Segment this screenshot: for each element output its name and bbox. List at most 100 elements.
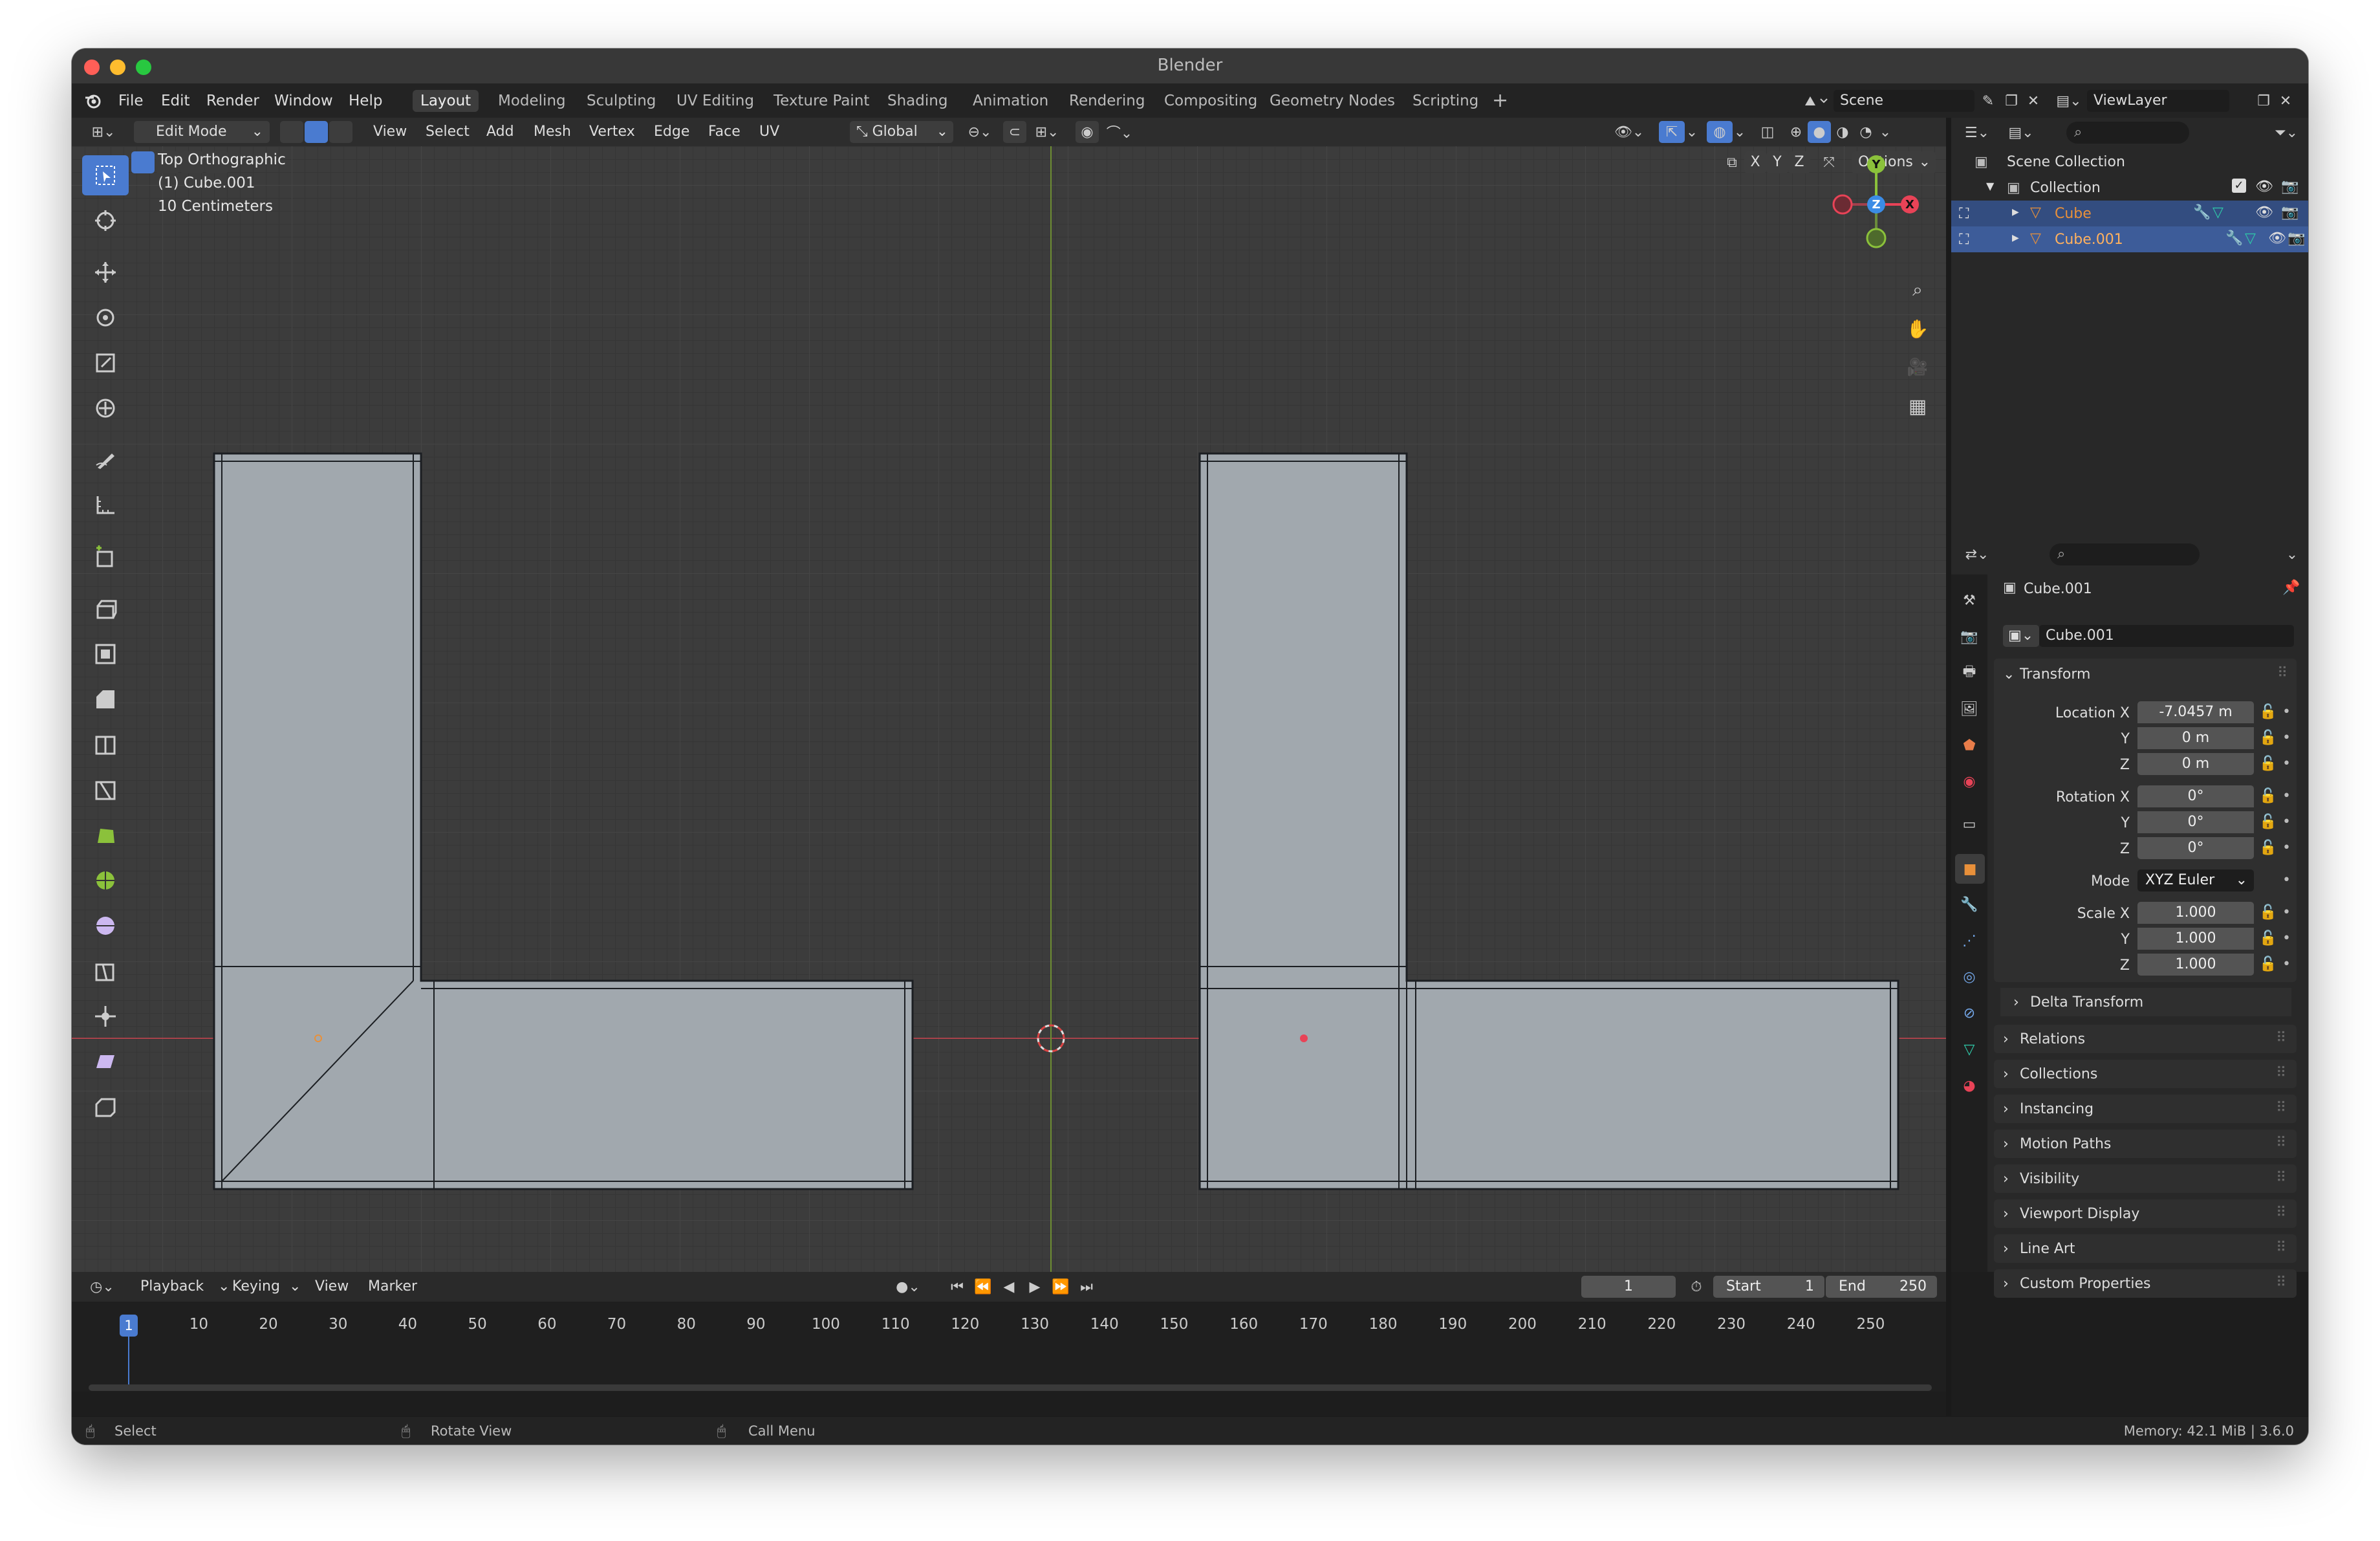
drag-handle-icon[interactable]: ⠿ xyxy=(2276,1170,2286,1186)
rotation-x-field[interactable]: 0° xyxy=(2137,785,2254,807)
stopwatch-icon[interactable]: ⏱ xyxy=(1685,1276,1708,1298)
rendered-shading-icon[interactable]: ◔ xyxy=(1854,121,1877,143)
chevron-down-icon[interactable]: ⌄ xyxy=(289,1278,301,1295)
object-tab-icon[interactable]: ■ xyxy=(1955,854,1985,884)
face-select-mode[interactable] xyxy=(329,121,352,143)
drag-handle-icon[interactable]: ⠿ xyxy=(2276,1065,2286,1081)
properties-editor-type-icon[interactable]: ⇄⌄ xyxy=(1959,543,1995,565)
display-mode-icon[interactable]: ▤⌄ xyxy=(2003,122,2039,144)
drag-handle-icon[interactable]: ⠿ xyxy=(2276,1100,2286,1116)
solid-shading-icon[interactable]: ● xyxy=(1808,121,1831,143)
pan-hand-icon[interactable]: ✋ xyxy=(1903,314,1932,343)
material-tab-icon[interactable]: ◕ xyxy=(1958,1073,1981,1098)
eye-icon[interactable]: 👁 xyxy=(2255,204,2273,221)
add-workspace-button[interactable]: + xyxy=(1492,89,1508,112)
vertex-select-mode[interactable] xyxy=(280,121,303,143)
transform-panel-header[interactable]: Transform xyxy=(2020,666,2090,683)
object-name-field[interactable]: Cube.001 xyxy=(2039,625,2294,647)
keying-menu[interactable]: Keying xyxy=(232,1278,280,1295)
viewport-display-panel[interactable]: › Viewport Display ⠿ xyxy=(1994,1199,2297,1228)
keyframe-dot-icon[interactable]: • xyxy=(2282,814,2291,830)
line-art-panel[interactable]: › Line Art ⠿ xyxy=(1994,1234,2297,1263)
tree-row-cube-001[interactable]: ⛶ ▶ ▽ Cube.001 🔧 ▽ 👁 📷 xyxy=(1951,226,2308,252)
keyframe-dot-icon[interactable]: • xyxy=(2282,956,2291,972)
cube-mesh[interactable] xyxy=(213,452,914,1190)
editor-type-icon[interactable]: ⊞⌄ xyxy=(85,121,122,143)
tab-animation[interactable]: Animation xyxy=(965,90,1056,112)
lock-icon[interactable]: 🔓 xyxy=(2259,730,2277,746)
wireframe-shading-icon[interactable]: ⊕ xyxy=(1784,121,1808,143)
menu-uv[interactable]: UV xyxy=(759,124,779,140)
view-layer-tab-icon[interactable]: 🖼 xyxy=(1958,696,1981,722)
scale-x-field[interactable]: 1.000 xyxy=(2137,902,2254,924)
snap-icon[interactable]: ⊂ xyxy=(1003,121,1026,143)
outliner-search-input[interactable]: ⌕ xyxy=(2066,122,2189,144)
menu-vertex[interactable]: Vertex xyxy=(589,124,635,140)
scale-z-field[interactable]: 1.000 xyxy=(2137,954,2254,976)
menu-window[interactable]: Window xyxy=(274,93,333,109)
physics-tab-icon[interactable]: ◎ xyxy=(1958,964,1981,990)
render-tab-icon[interactable]: 📷 xyxy=(1958,624,1981,650)
scene-pin-icon[interactable]: ✎ xyxy=(1977,90,1999,112)
mesh-data-icon[interactable]: ▽ xyxy=(2245,230,2256,246)
keyframe-dot-icon[interactable]: • xyxy=(2282,730,2291,746)
drag-handle-icon[interactable]: ⠿ xyxy=(2276,1205,2286,1221)
menu-edge[interactable]: Edge xyxy=(654,124,689,140)
constraints-tab-icon[interactable]: ⊘ xyxy=(1958,1000,1981,1026)
mesh-data-icon[interactable]: ▽ xyxy=(2212,204,2223,221)
data-tab-icon[interactable]: ▽ xyxy=(1958,1036,1981,1062)
lock-icon[interactable]: 🔓 xyxy=(2259,788,2277,804)
shading-dropdown-icon[interactable]: ⌄ xyxy=(1877,121,1893,143)
marker-menu[interactable]: Marker xyxy=(368,1278,417,1295)
keyframe-dot-icon[interactable]: • xyxy=(2282,840,2291,856)
proportional-edit-icon[interactable]: ◉ xyxy=(1076,121,1099,143)
tab-geometry-nodes[interactable]: Geometry Nodes xyxy=(1262,90,1403,112)
gizmo-y-icon[interactable]: Y xyxy=(1867,155,1885,173)
area-divider[interactable] xyxy=(1946,118,1951,1416)
mode-select[interactable]: Edit Mode ⌄ xyxy=(134,121,270,143)
playback-menu[interactable]: Playback xyxy=(140,1278,204,1295)
lock-icon[interactable]: 🔓 xyxy=(2259,814,2277,830)
keyframe-dot-icon[interactable]: • xyxy=(2282,756,2291,772)
collection-tab-icon[interactable]: ▭ xyxy=(1958,811,1981,837)
chevron-down-icon[interactable]: ⌄ xyxy=(2003,666,2015,683)
filter-icon[interactable]: ⏷⌄ xyxy=(2268,122,2304,144)
drag-handle-icon[interactable]: ⠿ xyxy=(2276,1135,2286,1151)
delta-transform-subpanel[interactable]: › Delta Transform xyxy=(2000,988,2291,1016)
collections-panel[interactable]: › Collections ⠿ xyxy=(1994,1060,2297,1088)
particles-tab-icon[interactable]: ⋰ xyxy=(1958,928,1981,954)
menu-select[interactable]: Select xyxy=(426,124,470,140)
location-z-field[interactable]: 0 m xyxy=(2137,753,2254,775)
gizmo-z-icon[interactable]: Z xyxy=(1867,195,1885,213)
current-frame-field[interactable]: 1 xyxy=(1581,1276,1676,1298)
keyframe-dot-icon[interactable]: • xyxy=(2282,788,2291,804)
camera-icon[interactable]: 📷 xyxy=(2288,230,2305,246)
menu-face[interactable]: Face xyxy=(708,124,741,140)
tab-modeling[interactable]: Modeling xyxy=(490,90,574,112)
custom-properties-panel[interactable]: › Custom Properties ⠿ xyxy=(1994,1269,2297,1298)
jump-start-icon[interactable]: ⏮ xyxy=(945,1276,969,1298)
keyframe-dot-icon[interactable]: • xyxy=(2282,704,2291,720)
drag-handle-icon[interactable]: ⠿ xyxy=(2276,1030,2286,1046)
gizmo-dropdown-icon[interactable]: ⌄ xyxy=(1685,121,1699,143)
expand-arrow-icon[interactable]: ▶ xyxy=(2012,233,2019,243)
scene-name-field[interactable]: Scene xyxy=(1834,90,1974,112)
modifiers-tab-icon[interactable]: 🔧 xyxy=(1958,891,1981,917)
drag-handle-icon[interactable]: ⠿ xyxy=(2276,1274,2286,1291)
lock-icon[interactable]: 🔓 xyxy=(2259,704,2277,720)
ortho-grid-icon[interactable]: ▦ xyxy=(1903,392,1932,421)
scene-browse-icon[interactable] xyxy=(1797,90,1834,112)
keyframe-dot-icon[interactable]: • xyxy=(2282,872,2291,888)
tab-uv-editing[interactable]: UV Editing xyxy=(669,90,762,112)
camera-icon[interactable]: 📷 xyxy=(2281,179,2299,195)
tab-sculpting[interactable]: Sculpting xyxy=(579,90,664,112)
edge-select-mode[interactable] xyxy=(305,121,328,143)
timeline-scrollbar[interactable] xyxy=(89,1384,1932,1391)
menu-help[interactable]: Help xyxy=(349,93,382,109)
transform-orientation-select[interactable]: ⤡ Global ⌄ xyxy=(850,121,953,143)
delete-scene-icon[interactable]: ✕ xyxy=(2022,90,2044,112)
menu-render[interactable]: Render xyxy=(206,93,259,109)
delete-viewlayer-icon[interactable]: ✕ xyxy=(2275,90,2297,112)
viewlayer-browse-icon[interactable]: ▤⌄ xyxy=(2051,90,2087,112)
menu-edit[interactable]: Edit xyxy=(161,93,190,109)
